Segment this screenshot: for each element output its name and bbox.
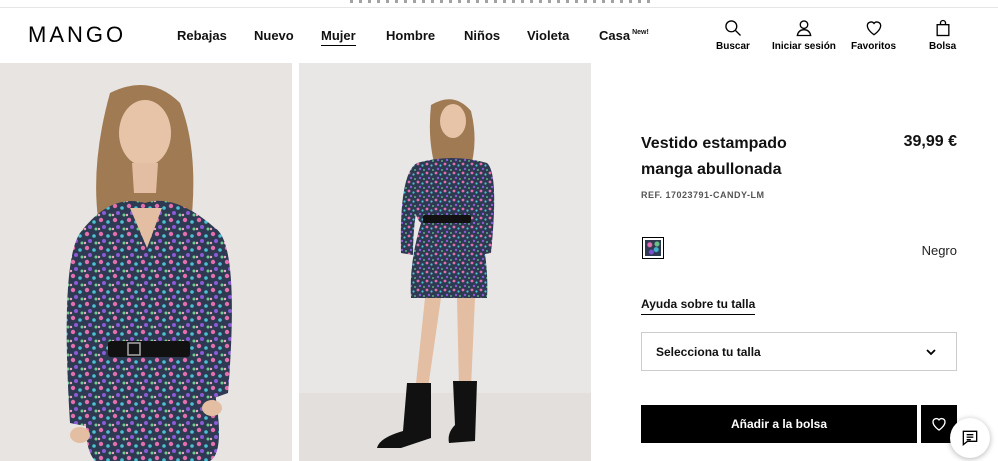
heart-icon [866,21,881,36]
user-icon [796,20,812,37]
announcement-strip [0,0,998,8]
chevron-down-icon [926,349,936,356]
new-badge: New! [632,29,649,36]
nav-item-ninos[interactable]: Niños [464,28,500,43]
nav-item-casa-label: Casa [599,28,631,43]
mango-logo[interactable]: MANGO [28,22,126,48]
product-price: 39,99 € [903,133,957,150]
nav-item-mujer[interactable]: Mujer [321,28,356,46]
bag-icon [936,19,950,37]
product-photo-fullbody[interactable] [299,63,591,461]
product-title: Vestido estampado manga abullonada [641,135,787,178]
chat-icon [962,430,978,447]
size-select[interactable]: Selecciona tu talla [641,332,957,371]
heart-icon [932,417,946,431]
nav-item-casa[interactable]: Casa New! [599,28,649,43]
color-swatch[interactable] [642,237,664,259]
nav-item-violeta[interactable]: Violeta [527,28,569,43]
color-name: Negro [921,243,957,258]
size-help-link[interactable]: Ayuda sobre tu talla [641,297,756,315]
search-label: Buscar [716,41,750,52]
site-header: MANGO Rebajas Nuevo Mujer Hombre Niños V… [0,8,998,63]
product-reference: REF. 17023791-CANDY-LM [641,190,765,200]
add-to-bag-button[interactable]: Añadir a la bolsa [641,405,917,443]
nav-item-nuevo[interactable]: Nuevo [254,28,294,43]
product-info-panel: Vestido estampado manga abullonada 39,99… [641,63,957,461]
login-label: Iniciar sesión [772,41,836,52]
chat-button[interactable] [950,418,990,458]
bag-label: Bolsa [929,41,957,52]
favorites-label: Favoritos [851,41,897,52]
size-select-value: Selecciona tu talla [656,345,761,359]
search-button[interactable]: Buscar [716,18,750,52]
login-button[interactable]: Iniciar sesión [772,18,836,52]
nav-item-rebajas[interactable]: Rebajas [177,28,227,43]
bag-button[interactable]: Bolsa [929,18,956,52]
favorites-button[interactable]: Favoritos [851,18,896,52]
search-icon [725,20,741,36]
nav-item-hombre[interactable]: Hombre [386,28,435,43]
product-photo-closeup[interactable] [0,63,292,461]
